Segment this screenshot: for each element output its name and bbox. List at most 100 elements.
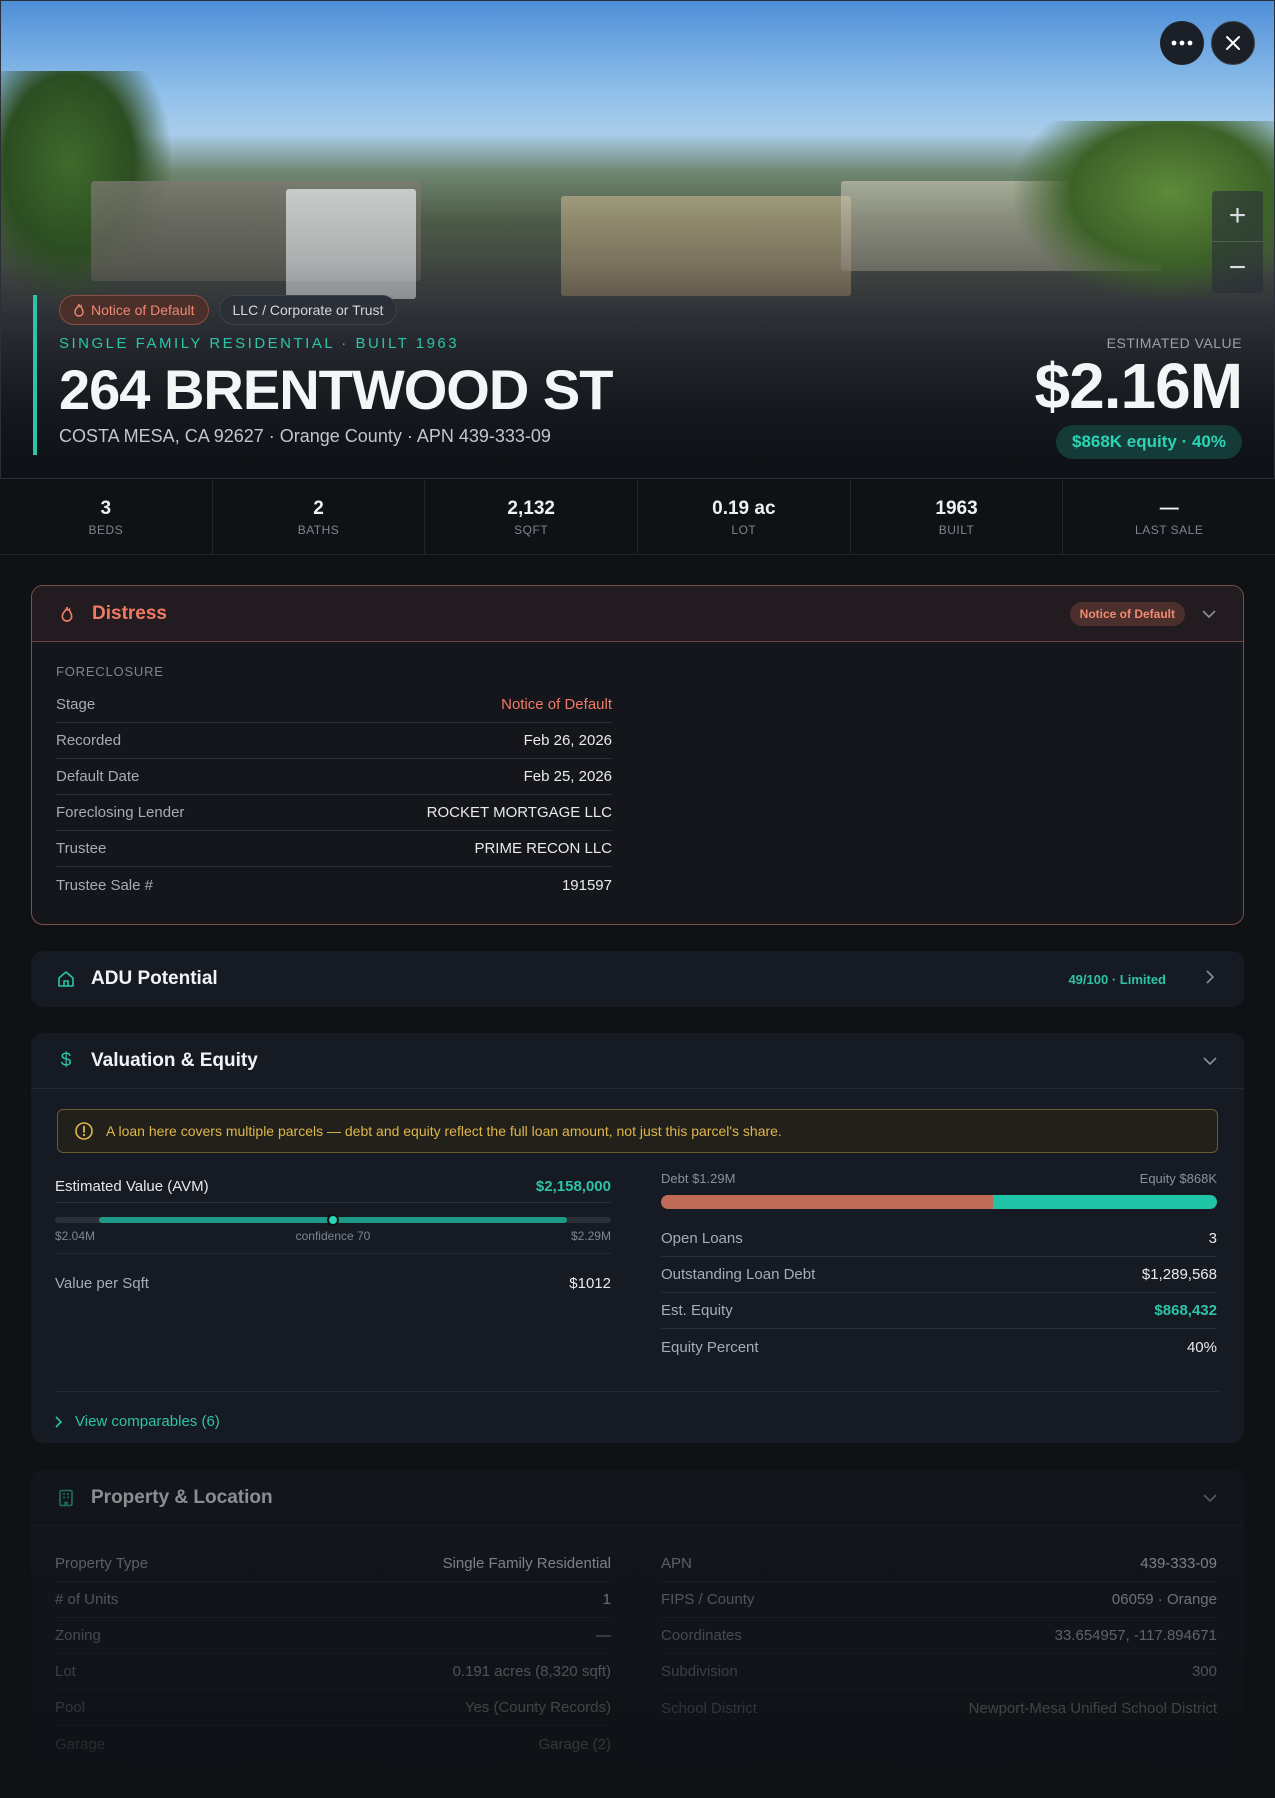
detail-row: Trustee Sale # 191597 (56, 867, 612, 903)
view-comparables-link[interactable]: View comparables (6) (55, 1413, 220, 1430)
row-key: APN (661, 1555, 692, 1572)
distress-status-badge: Notice of Default (1069, 601, 1185, 626)
adu-header[interactable]: ADU Potential 49/100 · Limited (31, 951, 1244, 1007)
badge-label: Notice of Default (91, 302, 195, 318)
stat-value: 2 (313, 497, 324, 519)
row-value: Feb 26, 2026 (523, 732, 612, 749)
map-zoom-control: + − (1212, 191, 1263, 293)
close-button[interactable] (1211, 21, 1255, 65)
row-value: 0.191 acres (8,320 sqft) (452, 1663, 611, 1680)
stats-bar: 3 BEDS 2 BATHS 2,132 SQFT 0.19 ac LOT 1963 BU… (0, 480, 1275, 555)
row-value: Notice of Default (501, 696, 612, 713)
stat-label: BEDS (88, 522, 124, 537)
detail-row: School District Newport-Mesa Unified Scho… (661, 1690, 1217, 1726)
row-value: 300 (1191, 1663, 1217, 1680)
equity-column: Debt $1.29M Equity $868K Open Loans 3 Out… (661, 1171, 1217, 1365)
detail-row: Trustee PRIME RECON LLC (56, 831, 612, 867)
chevron-down-icon[interactable] (1200, 1052, 1220, 1070)
more-options-button[interactable] (1160, 21, 1204, 65)
property-header[interactable]: Property & Location (31, 1470, 1244, 1526)
row-value: — (596, 1627, 611, 1644)
avm-column: Estimated Value (AVM) $2,158,000 $2.04M … (55, 1171, 611, 1365)
warning-text: A loan here covers multiple parcels — de… (106, 1123, 782, 1139)
row-value: 191597 (561, 876, 612, 894)
detail-row: Stage Notice of Default (56, 687, 612, 723)
value-range-slider (55, 1209, 611, 1229)
street-view-hero[interactable]: + − Notice of Default LLC / Corporate or… (0, 0, 1275, 479)
distress-header[interactable]: Distress Notice of Default (32, 586, 1243, 642)
property-left-column: Property Type Single Family Residential #… (55, 1546, 611, 1762)
stat-sqft: 2,132 SQFT (425, 480, 639, 554)
more-dots-icon (1171, 40, 1193, 46)
chevron-down-icon[interactable] (1199, 605, 1219, 623)
avm-label: Estimated Value (AVM) (55, 1178, 209, 1195)
property-address: 264 BRENTWOOD ST (59, 358, 613, 421)
valuation-header[interactable]: $ Valuation & Equity (31, 1033, 1244, 1089)
valuation-equity-card: $ Valuation & Equity A loan here covers … (31, 1033, 1244, 1443)
adu-potential-card[interactable]: ADU Potential 49/100 · Limited (31, 951, 1244, 1007)
row-key: Stage (56, 696, 96, 713)
row-value: Newport-Mesa Unified School District (968, 1699, 1217, 1717)
row-key: Trustee Sale # (56, 876, 153, 894)
equity-label: Equity $868K (1139, 1171, 1217, 1186)
row-value: $1,289,568 (1141, 1266, 1217, 1283)
debt-segment (661, 1195, 994, 1209)
stat-value: 2,132 (507, 497, 555, 519)
row-key: Foreclosing Lender (56, 804, 185, 821)
row-value: 3 (1208, 1230, 1217, 1247)
stat-built: 1963 BUILT (851, 480, 1064, 554)
avm-value: $2,158,000 (535, 1178, 611, 1195)
range-confidence: confidence 70 (295, 1229, 371, 1243)
equity-segment (993, 1195, 1217, 1209)
adu-score: 49/100 · Limited (1068, 971, 1166, 987)
stat-label: BUILT (938, 522, 975, 537)
detail-row: Garage Garage (2) (55, 1726, 611, 1762)
row-key: Default Date (56, 768, 140, 785)
zoom-in-button[interactable]: + (1212, 191, 1263, 242)
row-value: Feb 25, 2026 (523, 768, 612, 785)
range-marker (327, 1214, 339, 1226)
detail-row: Zoning — (55, 1618, 611, 1654)
adu-title: ADU Potential (91, 968, 218, 989)
property-location-card: Property & Location Property Type Single … (31, 1470, 1244, 1798)
row-key: Pool (55, 1699, 86, 1716)
estimated-value-block: ESTIMATED VALUE $2.16M $868K equity · 40… (1034, 335, 1243, 459)
property-columns: Property Type Single Family Residential #… (55, 1546, 1220, 1762)
range-low: $2.04M (55, 1229, 96, 1243)
row-key: Lot (55, 1663, 76, 1680)
zoom-out-button[interactable]: − (1212, 242, 1263, 293)
valuation-columns: Estimated Value (AVM) $2,158,000 $2.04M … (55, 1171, 1220, 1365)
detail-row: Equity Percent 40% (661, 1329, 1217, 1365)
detail-row: Open Loans 3 (661, 1221, 1217, 1257)
row-key: FIPS / County (661, 1591, 755, 1608)
row-key: Subdivision (661, 1663, 738, 1680)
dollar-icon: $ (60, 1049, 72, 1071)
chevron-down-icon[interactable] (1200, 1489, 1220, 1507)
detail-row: Outstanding Loan Debt $1,289,568 (661, 1257, 1217, 1293)
foreclosure-rows: Stage Notice of Default Recorded Feb 26, 2… (56, 687, 612, 903)
estimated-value: $2.16M (1034, 350, 1243, 422)
detail-row: Default Date Feb 25, 2026 (56, 759, 612, 795)
row-key: Property Type (55, 1555, 149, 1572)
stat-baths: 2 BATHS (213, 480, 426, 554)
avm-row: Estimated Value (AVM) $2,158,000 (55, 1171, 611, 1203)
debt-equity-bar (661, 1195, 1217, 1209)
home-icon (55, 968, 77, 990)
row-key: Garage (55, 1735, 106, 1753)
range-high: $2.29M (570, 1229, 611, 1243)
chevron-right-icon[interactable] (1200, 969, 1220, 989)
row-key: Coordinates (661, 1627, 742, 1644)
distress-title: Distress (92, 602, 167, 624)
property-right-column: APN 439-333-09 FIPS / County 06059 · Orang… (661, 1546, 1217, 1762)
building-icon (55, 1487, 77, 1509)
row-key: Open Loans (661, 1230, 743, 1247)
close-icon (1226, 36, 1240, 50)
row-value: ROCKET MORTGAGE LLC (426, 804, 612, 821)
distress-card: Distress Notice of Default FORECLOSURE S… (31, 585, 1244, 925)
property-title: Property & Location (91, 1486, 273, 1508)
row-value: $868,432 (1154, 1302, 1217, 1319)
stat-label: BATHS (297, 522, 340, 537)
detail-row: Recorded Feb 26, 2026 (56, 723, 612, 759)
warning-icon (75, 1122, 93, 1140)
row-key: Outstanding Loan Debt (661, 1266, 816, 1283)
